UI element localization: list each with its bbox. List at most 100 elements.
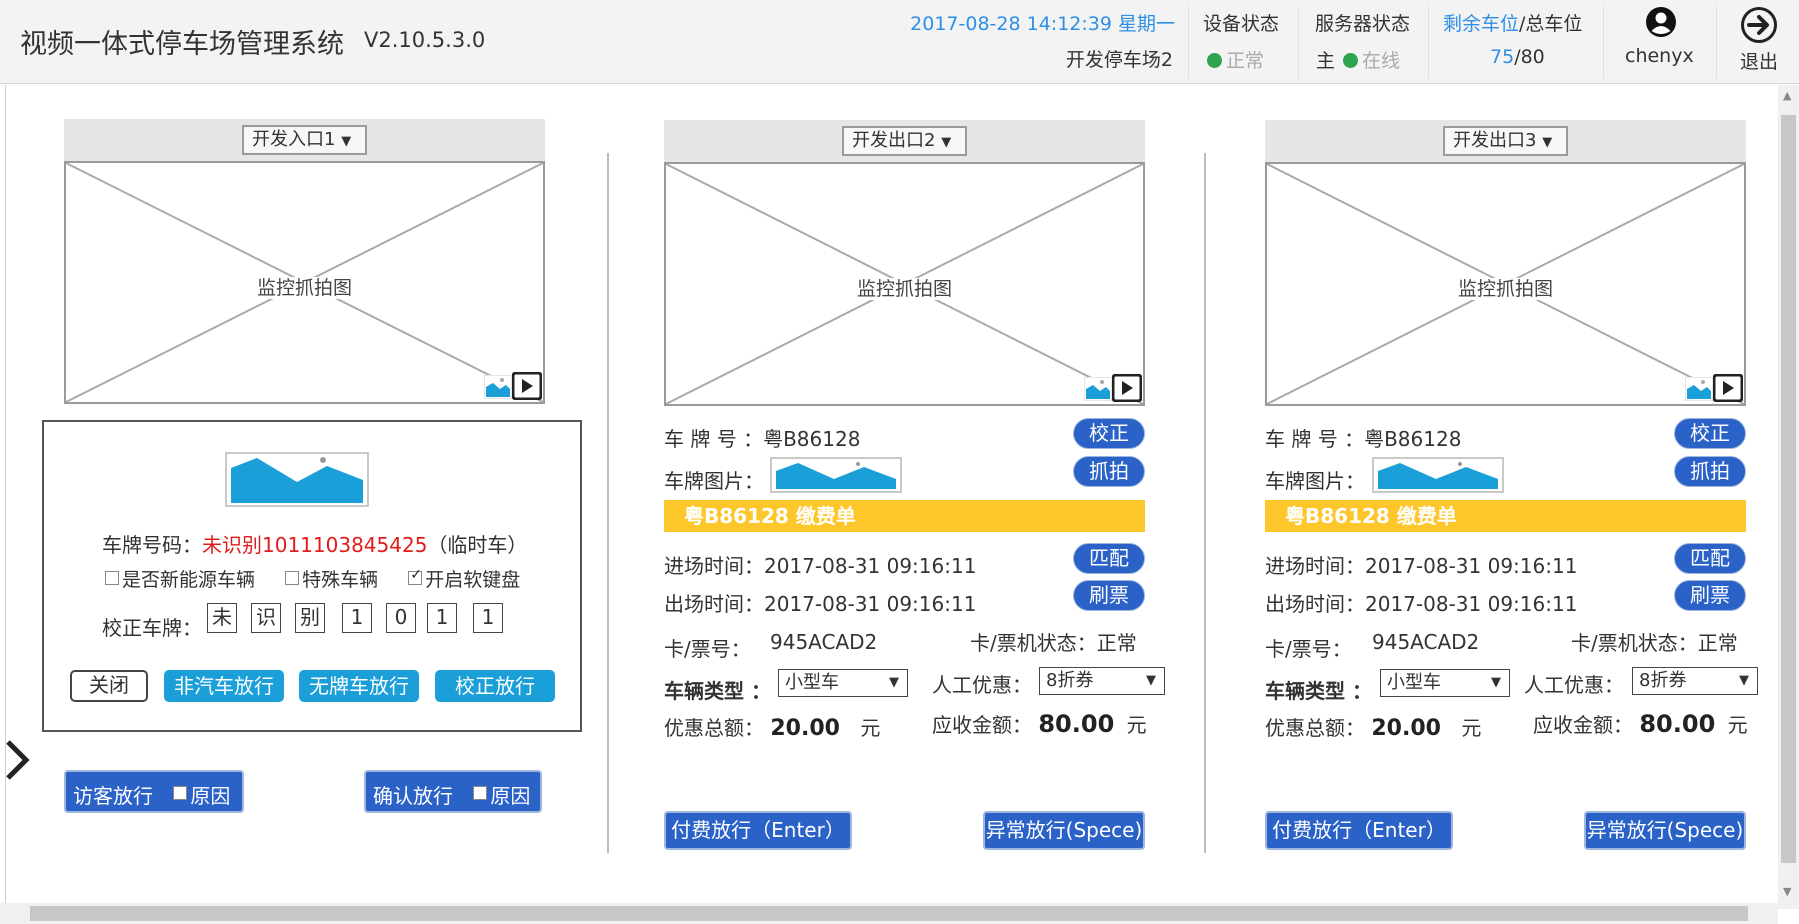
manual-discount-select[interactable]: 8折券 ▼ xyxy=(1632,667,1758,695)
picture-icon[interactable] xyxy=(1084,377,1112,401)
corrected-release-button[interactable]: 校正放行 xyxy=(435,670,555,702)
dropdown-arrow-icon: ▼ xyxy=(889,675,899,690)
manual-discount-label: 人工优惠： xyxy=(932,673,1032,697)
swipe-ticket-button[interactable]: 刷票 xyxy=(1674,580,1746,611)
reason-label: 原因 xyxy=(490,784,531,808)
plate-char-box[interactable]: 未 xyxy=(207,603,237,633)
play-video-icon[interactable] xyxy=(512,372,542,400)
manual-discount-value: 8折券 xyxy=(1046,670,1094,691)
no-plate-release-button[interactable]: 无牌车放行 xyxy=(299,670,419,702)
play-video-icon[interactable] xyxy=(1112,374,1142,402)
plate-char-box[interactable]: 别 xyxy=(295,603,325,633)
device-status-label: 设备状态 xyxy=(1203,13,1280,35)
expand-chevron-icon[interactable] xyxy=(2,738,32,782)
exit-time-label: 出场时间： xyxy=(664,592,764,616)
soft-keyboard-label: 开启软键盘 xyxy=(425,569,521,591)
match-button[interactable]: 匹配 xyxy=(1674,543,1746,574)
exit-camera-view[interactable]: 监控抓拍图 xyxy=(1265,162,1746,406)
datetime: 2017-08-28 14:12:39 星期一 xyxy=(910,13,1175,35)
logout-arrow-icon[interactable] xyxy=(1740,6,1778,44)
match-button[interactable]: 匹配 xyxy=(1073,543,1145,574)
play-video-icon[interactable] xyxy=(1713,374,1743,402)
scrollbar-thumb[interactable] xyxy=(30,906,1748,921)
discount-total-row: 优惠总额： 20.00 元 xyxy=(664,712,880,741)
correct-button[interactable]: 校正 xyxy=(1674,418,1746,449)
scrollbar-thumb[interactable] xyxy=(1781,115,1796,863)
horizontal-scrollbar[interactable] xyxy=(0,903,1778,924)
picture-icon[interactable] xyxy=(1685,377,1713,401)
payment-bill-header: 粤B86128 缴费单 xyxy=(1265,500,1746,532)
dropdown-arrow-icon: ▼ xyxy=(941,135,952,150)
new-energy-checkbox[interactable] xyxy=(105,571,119,585)
plate-char-box[interactable]: 识 xyxy=(251,603,281,633)
correct-button[interactable]: 校正 xyxy=(1073,418,1145,449)
spaces-remaining-label: 剩余车位 xyxy=(1443,13,1520,35)
entry-time-value: 2017-08-31 09:16:11 xyxy=(764,554,977,578)
exit-camera-name: 开发出口2 xyxy=(852,130,936,151)
exit-camera-select[interactable]: 开发出口2 ▼ xyxy=(842,126,967,156)
snapshot-label: 监控抓拍图 xyxy=(666,274,1143,301)
entry-camera-select[interactable]: 开发入口1 ▼ xyxy=(242,125,367,155)
vehicle-type-value: 小型车 xyxy=(1387,672,1441,693)
exit-time-value: 2017-08-31 09:16:11 xyxy=(764,592,977,616)
username[interactable]: chenyx xyxy=(1625,45,1694,67)
plate-number-label: 车牌号码： xyxy=(102,533,202,557)
plate-char-box[interactable]: 1 xyxy=(342,603,372,633)
visitor-reason-checkbox[interactable] xyxy=(173,786,188,800)
swipe-ticket-button[interactable]: 刷票 xyxy=(1073,580,1145,611)
currency-unit: 元 xyxy=(860,716,881,740)
paid-release-button[interactable]: 付费放行（Enter） xyxy=(1265,811,1453,850)
confirm-release-button[interactable]: 确认放行 原因 xyxy=(364,770,542,813)
entry-camera-view[interactable]: 监控抓拍图 xyxy=(64,161,545,404)
spaces-total: /80 xyxy=(1514,46,1545,68)
vertical-scrollbar[interactable]: ▲ ▼ xyxy=(1778,85,1799,909)
plate-char-box[interactable]: 1 xyxy=(473,603,503,633)
exit-camera-view[interactable]: 监控抓拍图 xyxy=(664,162,1145,406)
snapshot-label-text: 监控抓拍图 xyxy=(1455,278,1555,300)
capture-button[interactable]: 抓拍 xyxy=(1073,456,1145,487)
confirm-reason-checkbox[interactable] xyxy=(473,786,488,800)
plate-char-box[interactable]: 1 xyxy=(427,603,457,633)
entry-time-value: 2017-08-31 09:16:11 xyxy=(1365,554,1578,578)
server-status: 主 在线 xyxy=(1316,46,1400,73)
scroll-up-icon[interactable]: ▲ xyxy=(1783,89,1791,102)
abnormal-release-button[interactable]: 异常放行(Spece) xyxy=(1584,811,1746,850)
paid-release-button[interactable]: 付费放行（Enter） xyxy=(664,811,852,850)
dropdown-arrow-icon: ▼ xyxy=(1542,135,1553,150)
card-number-label: 卡/票号： xyxy=(664,637,751,661)
plate-image-icon xyxy=(776,462,896,489)
plate-image xyxy=(1372,457,1504,493)
abnormal-release-button[interactable]: 异常放行(Spece) xyxy=(983,811,1145,850)
dropdown-arrow-icon: ▼ xyxy=(1739,673,1749,688)
snapshot-label: 监控抓拍图 xyxy=(1267,274,1744,301)
discount-total-value: 20.00 xyxy=(1371,716,1441,741)
visitor-release-button[interactable]: 访客放行 原因 xyxy=(64,770,244,813)
payment-bill-header: 粤B86128 缴费单 xyxy=(664,500,1145,532)
user-avatar-icon[interactable] xyxy=(1645,6,1677,38)
visitor-release-label: 访客放行 xyxy=(73,784,153,808)
exit-camera-name: 开发出口3 xyxy=(1453,130,1537,151)
exit-camera-select[interactable]: 开发出口3 ▼ xyxy=(1443,126,1568,156)
soft-keyboard-checkbox[interactable] xyxy=(408,567,423,585)
currency-unit: 元 xyxy=(1126,713,1147,737)
entry-time-label: 进场时间： xyxy=(664,554,764,578)
plate-image-label: 车牌图片： xyxy=(664,469,764,493)
vehicle-type-select[interactable]: 小型车 ▼ xyxy=(778,669,908,697)
logout-button[interactable]: 退出 xyxy=(1740,47,1778,74)
snapshot-label-text: 监控抓拍图 xyxy=(254,277,354,299)
header-separator xyxy=(1603,6,1604,78)
manual-discount-select[interactable]: 8折券 ▼ xyxy=(1039,667,1165,695)
card-number-label: 卡/票号： xyxy=(1265,637,1352,661)
special-vehicle-checkbox[interactable] xyxy=(285,571,300,585)
entry-camera-bar: 开发入口1 ▼ xyxy=(64,119,545,161)
plate-number-value: 粤B86128 xyxy=(763,427,861,451)
header-separator xyxy=(1428,6,1429,78)
close-button[interactable]: 关闭 xyxy=(70,670,148,702)
non-vehicle-release-button[interactable]: 非汽车放行 xyxy=(164,670,284,702)
scroll-down-icon[interactable]: ▼ xyxy=(1783,885,1791,898)
plate-char-box[interactable]: 0 xyxy=(386,603,416,633)
vehicle-type-select[interactable]: 小型车 ▼ xyxy=(1380,669,1510,697)
capture-button[interactable]: 抓拍 xyxy=(1674,456,1746,487)
entry-info-panel: 车牌号码：未识别1011103845425（临时车） 是否新能源车辆 特殊车辆 … xyxy=(42,420,582,732)
picture-icon[interactable] xyxy=(484,375,512,399)
